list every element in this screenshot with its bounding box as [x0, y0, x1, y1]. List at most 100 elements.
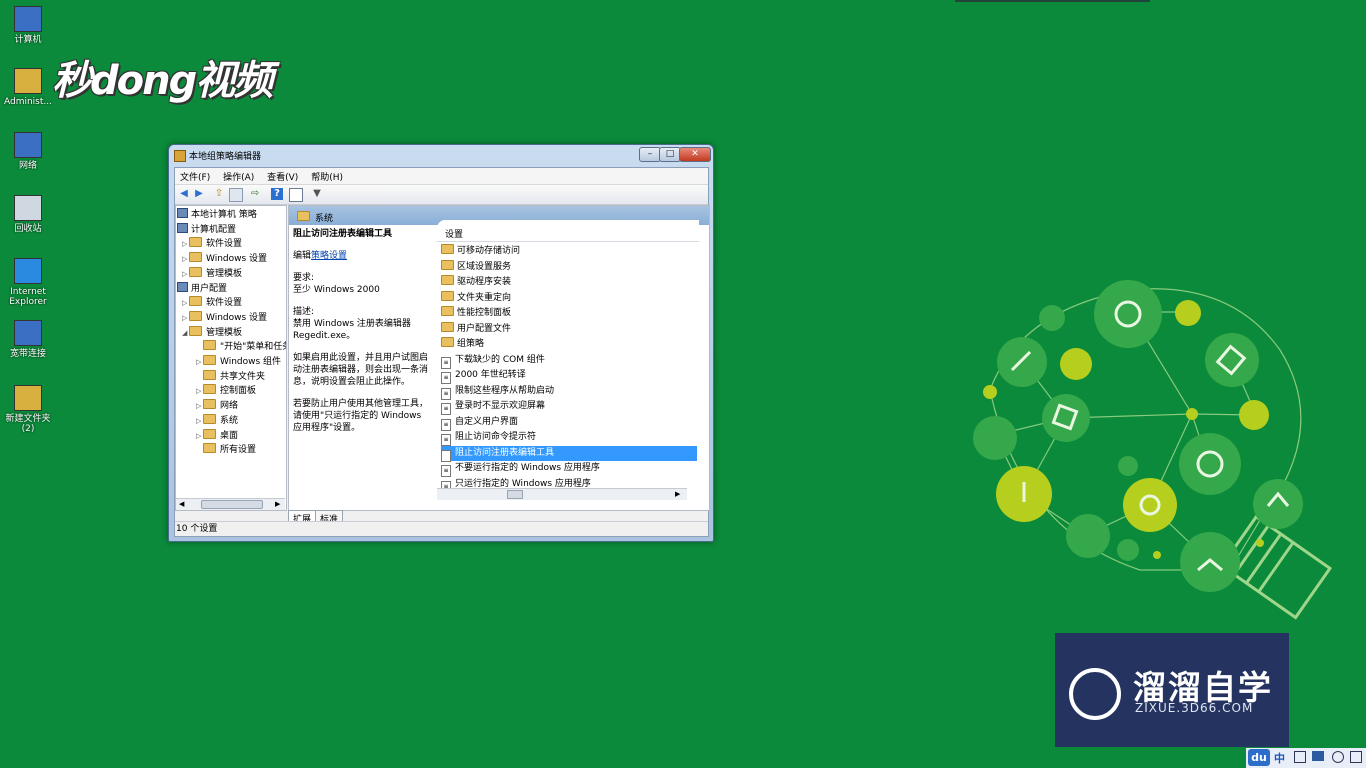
- scroll-right-icon[interactable]: ▶: [675, 490, 680, 498]
- filter-icon[interactable]: ▼: [311, 188, 323, 200]
- tree-node[interactable]: ▷ 软件设置: [182, 296, 242, 310]
- scroll-left-icon[interactable]: ◀: [179, 500, 184, 508]
- list-item[interactable]: 文件夹重定向: [441, 290, 697, 306]
- tree-node[interactable]: ◢ 管理模板: [182, 325, 242, 340]
- expand-toggle-icon[interactable]: ▷: [182, 237, 189, 251]
- tree-node-label: 网络: [220, 401, 239, 412]
- properties-icon[interactable]: [289, 188, 303, 202]
- list-item-label: 文件夹重定向: [457, 292, 512, 303]
- brand-url: ZIXUE.3D66.COM: [1135, 701, 1254, 715]
- tree-node[interactable]: ▷ Windows 组件: [196, 355, 281, 369]
- desktop-icon-recycle-bin[interactable]: 回收站: [0, 195, 56, 234]
- watermark-logo: 秒dong视频: [52, 58, 273, 104]
- scroll-right-icon[interactable]: ▶: [275, 500, 280, 508]
- expand-toggle-icon[interactable]: ▷: [182, 296, 189, 310]
- tree-node[interactable]: 所有设置: [196, 443, 256, 457]
- tree-node[interactable]: "开始"菜单和任务: [196, 340, 286, 354]
- policy-setting-icon: ≡: [441, 372, 451, 384]
- tree-pane[interactable]: 本地计算机 策略◢计算机配置▷软件设置▷Windows 设置▷管理模板◢用户配置…: [175, 205, 287, 511]
- list-item[interactable]: 可移动存储访问: [441, 244, 697, 259]
- expand-toggle-icon[interactable]: ▷: [196, 355, 203, 369]
- desktop-icon-network[interactable]: 网络: [0, 132, 56, 171]
- minimize-button[interactable]: –: [639, 147, 661, 162]
- desktop-icon-folder[interactable]: 新建文件夹 (2): [0, 385, 56, 434]
- list-item[interactable]: ≡ 限制这些程序从帮助启动: [441, 384, 697, 400]
- settings-column-header[interactable]: 设置: [437, 228, 699, 242]
- speaker-tray-icon[interactable]: [1350, 751, 1362, 763]
- tree-node[interactable]: ▷ Windows 设置: [182, 252, 267, 266]
- baidu-input-icon[interactable]: du: [1248, 749, 1270, 766]
- desktop-icon-label: Internet Explorer: [9, 287, 47, 307]
- list-item-selected[interactable]: ≡ 阻止访问注册表编辑工具: [441, 445, 697, 462]
- menu-help[interactable]: 帮助(H): [306, 168, 348, 185]
- list-item[interactable]: 驱动程序安装: [441, 275, 697, 290]
- folder-icon: [189, 237, 202, 248]
- user-folder-icon: [14, 68, 42, 94]
- list-item[interactable]: 区域设置服务: [441, 259, 697, 275]
- list-item[interactable]: 用户配置文件: [441, 321, 697, 337]
- expand-toggle-icon[interactable]: ▷: [182, 267, 189, 281]
- expand-toggle-icon[interactable]: ◢: [182, 326, 189, 340]
- list-item[interactable]: ≡ 2000 年世纪转译: [441, 368, 697, 384]
- settings-list[interactable]: 设置 可移动存储访问区域设置服务驱动程序安装文件夹重定向性能控制面板 用户配置文件…: [437, 220, 699, 500]
- menu-action[interactable]: 操作(A): [218, 168, 259, 185]
- scroll-thumb[interactable]: [507, 490, 523, 499]
- folder-icon: [297, 211, 310, 221]
- folder-icon: [203, 399, 216, 410]
- tree-node[interactable]: ▷ 管理模板: [182, 266, 242, 281]
- help-icon[interactable]: ?: [271, 188, 283, 200]
- ime-settings-icon[interactable]: [1294, 751, 1306, 763]
- tree-node[interactable]: ◢计算机配置: [176, 222, 236, 237]
- system-tray: du 中: [1246, 748, 1366, 768]
- desktop-icon-computer[interactable]: 计算机: [0, 6, 56, 45]
- list-item-label: 区域设置服务: [457, 261, 512, 272]
- list-item[interactable]: ≡ 登录时不显示欢迎屏幕: [441, 399, 697, 415]
- tree-node[interactable]: ▷ 软件设置: [182, 237, 242, 251]
- list-item[interactable]: 组策略: [441, 337, 697, 352]
- tree-node[interactable]: 本地计算机 策略: [176, 208, 257, 222]
- tree-node[interactable]: ▷ 控制面板: [196, 384, 256, 398]
- broadband-icon: [14, 320, 42, 346]
- desktop-icon-ie[interactable]: Internet Explorer: [0, 258, 56, 307]
- expand-toggle-icon[interactable]: ▷: [196, 429, 203, 443]
- list-item[interactable]: ≡ 下载缺少的 COM 组件: [441, 353, 697, 369]
- maximize-button[interactable]: □: [659, 147, 681, 162]
- network-tray-icon[interactable]: [1312, 751, 1324, 761]
- back-icon[interactable]: ◀: [178, 188, 190, 200]
- tree-horizontal-scrollbar[interactable]: ◀ ▶: [176, 498, 285, 510]
- edit-policy-link[interactable]: 策略设置: [311, 251, 347, 261]
- ime-indicator[interactable]: 中: [1274, 750, 1285, 766]
- list-horizontal-scrollbar[interactable]: ▶: [437, 488, 687, 500]
- close-button[interactable]: ✕: [679, 147, 711, 162]
- tree-node[interactable]: ▷ 系统: [196, 413, 238, 428]
- tree-node[interactable]: ▷ Windows 设置: [182, 310, 267, 325]
- expand-toggle-icon[interactable]: ▷: [196, 399, 203, 413]
- group-policy-editor-window[interactable]: 本地组策略编辑器 – □ ✕ 文件(F) 操作(A) 查看(V) 帮助(H) ◀…: [168, 144, 714, 542]
- expand-toggle-icon[interactable]: ▷: [196, 384, 203, 398]
- forward-icon[interactable]: ▶: [193, 188, 205, 200]
- list-item[interactable]: 性能控制面板: [441, 306, 697, 321]
- expand-toggle-icon[interactable]: ▷: [196, 414, 203, 428]
- list-item[interactable]: ≡ 不要运行指定的 Windows 应用程序: [441, 461, 697, 477]
- tree-node[interactable]: ▷ 网络: [196, 399, 238, 413]
- list-item[interactable]: ≡ 自定义用户界面: [441, 415, 697, 431]
- list-item[interactable]: ≡ 阻止访问命令提示符: [441, 430, 697, 446]
- title-bar[interactable]: 本地组策略编辑器 – □ ✕: [169, 145, 713, 165]
- user-tray-icon[interactable]: [1332, 751, 1344, 763]
- desktop-icon-user-folder[interactable]: Administ...: [0, 68, 56, 107]
- export-list-icon[interactable]: ⇨: [249, 188, 261, 200]
- tree-node[interactable]: ▷ 桌面: [196, 428, 238, 443]
- expand-toggle-icon[interactable]: ▷: [182, 311, 189, 325]
- folder-icon: [203, 369, 216, 380]
- tree-node[interactable]: 共享文件夹: [196, 369, 265, 384]
- scroll-thumb[interactable]: [201, 500, 263, 509]
- requirements-label: 要求:: [293, 273, 315, 283]
- show-hide-tree-icon[interactable]: [229, 188, 243, 202]
- tree-node[interactable]: ◢用户配置: [176, 281, 227, 296]
- expand-toggle-icon[interactable]: ▷: [182, 252, 189, 266]
- up-folder-icon[interactable]: ⇧: [213, 188, 225, 200]
- menu-file[interactable]: 文件(F): [175, 168, 215, 185]
- desktop-icon-broadband[interactable]: 宽带连接: [0, 320, 56, 359]
- menu-view[interactable]: 查看(V): [262, 168, 303, 185]
- lightbulb-illustration: [973, 280, 1333, 620]
